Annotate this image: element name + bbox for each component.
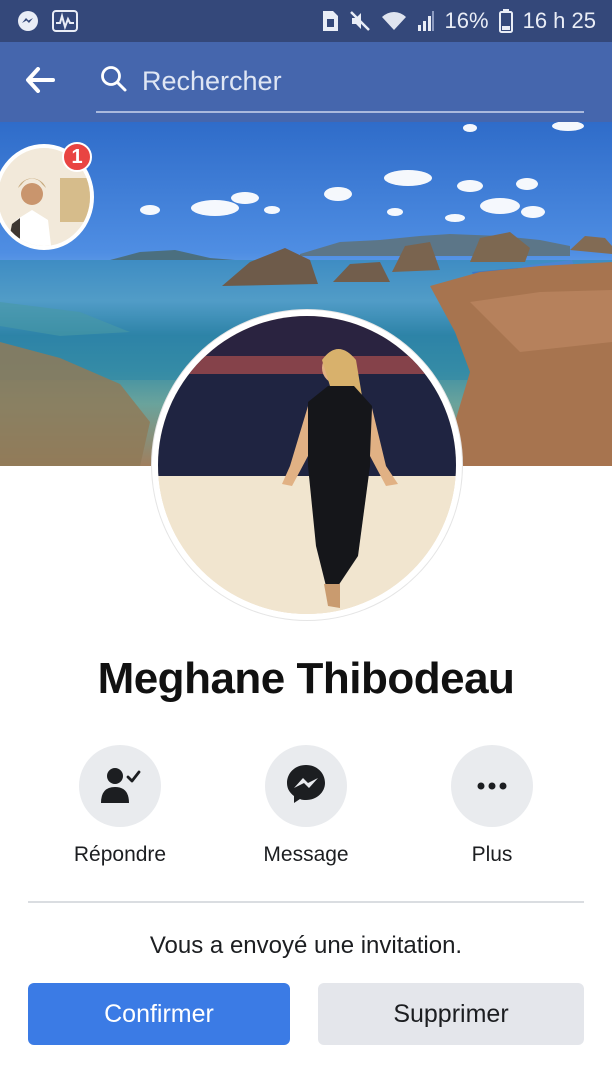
profile-picture[interactable] — [152, 310, 462, 620]
profile-actions: Répondre Message Plus — [0, 745, 612, 885]
mute-icon — [349, 10, 371, 32]
divider — [28, 901, 584, 903]
reply-button[interactable] — [79, 745, 161, 827]
status-bar: 16% 16 h 25 — [0, 0, 612, 42]
message-button[interactable] — [265, 745, 347, 827]
search-bar[interactable] — [96, 51, 584, 113]
battery-icon — [498, 9, 513, 33]
profile-name: Meghane Thibodeau — [97, 654, 515, 703]
message-action[interactable]: Message — [226, 745, 386, 867]
signal-icon — [417, 10, 435, 32]
reply-label: Répondre — [73, 843, 167, 866]
wifi-icon — [381, 10, 407, 32]
notification-badge: 1 — [62, 142, 92, 172]
app-bar — [0, 42, 612, 122]
messenger-icon — [16, 9, 40, 33]
more-action[interactable]: Plus — [412, 745, 572, 867]
messenger-icon — [285, 763, 327, 810]
clock: 16 h 25 — [522, 8, 596, 33]
status-left-icons — [16, 9, 78, 33]
sim-icon — [321, 10, 339, 32]
invitation-text: Vous a envoyé une invitation. — [149, 932, 463, 959]
confirm-button[interactable]: Confirmer — [28, 983, 290, 1045]
arrow-left-icon — [25, 66, 55, 98]
profile-photo — [158, 316, 456, 614]
status-right: 16% 16 h 25 — [321, 8, 596, 34]
delete-button[interactable]: Supprimer — [318, 983, 584, 1045]
back-button[interactable] — [0, 42, 80, 122]
more-button[interactable] — [451, 745, 533, 827]
more-icon — [477, 777, 507, 795]
battery-percent: 16% — [444, 8, 489, 33]
reply-action[interactable]: Répondre — [40, 745, 200, 867]
person-check-icon — [99, 763, 141, 810]
search-input[interactable] — [128, 51, 584, 111]
message-label: Message — [263, 843, 349, 866]
activity-icon — [52, 10, 78, 32]
search-icon — [96, 65, 128, 98]
more-label: Plus — [471, 843, 513, 866]
